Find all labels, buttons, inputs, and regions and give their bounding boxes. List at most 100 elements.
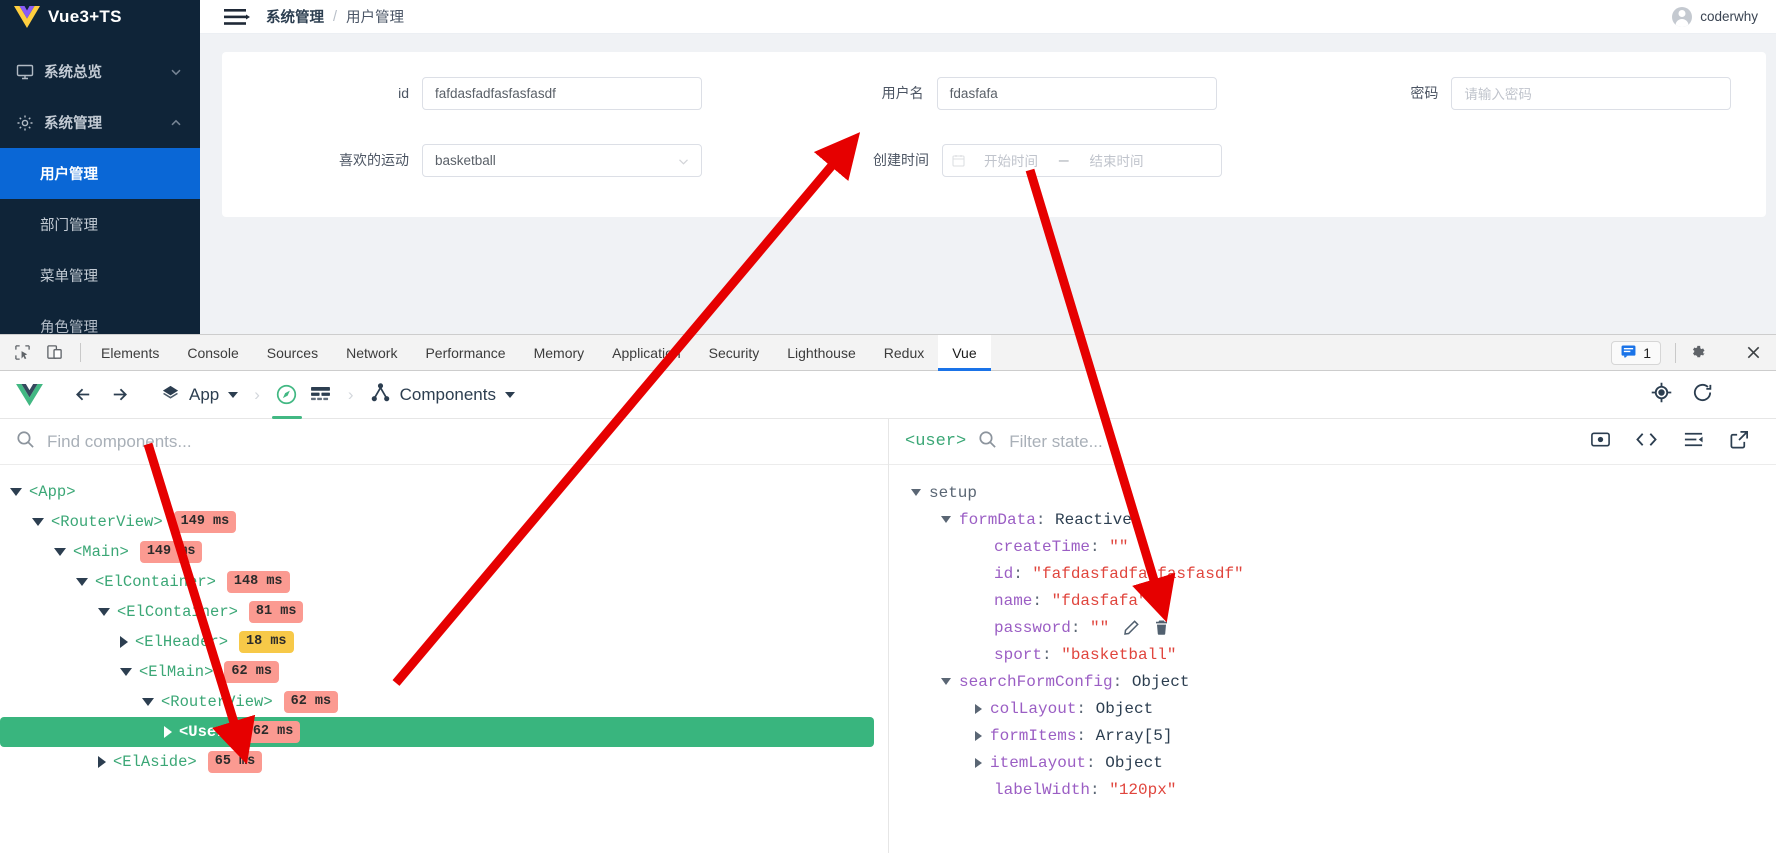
state-row[interactable]: formData : Reactive <box>889 506 1776 533</box>
state-row[interactable]: setup <box>889 479 1776 506</box>
state-row[interactable]: labelWidth : "120px" <box>889 776 1776 803</box>
tree-node-selected[interactable]: <User> 62 ms <box>0 717 874 747</box>
edit-icon[interactable] <box>1123 619 1140 636</box>
colon: : <box>1070 618 1091 637</box>
state-key: password <box>994 618 1071 637</box>
state-filter-placeholder[interactable]: Filter state... <box>1009 432 1103 452</box>
sport-select[interactable]: basketball <box>422 143 702 177</box>
hamburger-icon[interactable] <box>224 8 250 26</box>
state-header-row: <user> Filter state... <box>889 419 1776 465</box>
delete-icon[interactable] <box>1153 619 1170 636</box>
forward-arrow-icon[interactable] <box>101 377 137 413</box>
username-input[interactable]: fdasfafa <box>936 76 1217 110</box>
disclosure-triangle-icon[interactable] <box>975 757 982 768</box>
more-icon[interactable] <box>1183 619 1200 636</box>
breadcrumb-parent[interactable]: 系统管理 <box>266 6 324 27</box>
tab-application[interactable]: Application <box>598 335 695 370</box>
tab-redux[interactable]: Redux <box>870 335 938 370</box>
tree-node[interactable]: <RouterView> 149 ms <box>0 507 888 537</box>
disclosure-triangle-icon[interactable] <box>98 608 110 616</box>
sidebar-item-department-management[interactable]: 部门管理 <box>0 199 200 250</box>
tree-node[interactable]: <ElHeader> 18 ms <box>0 627 888 657</box>
message-count-button[interactable]: 1 <box>1611 340 1661 365</box>
brand-logo[interactable]: Vue3+TS <box>0 0 200 34</box>
state-row[interactable]: colLayout : Object <box>889 695 1776 722</box>
select-component-icon[interactable] <box>1650 381 1673 409</box>
state-row[interactable]: searchFormConfig : Object <box>889 668 1776 695</box>
component-search-row[interactable]: Find components... <box>0 419 888 465</box>
settings-gear-icon[interactable] <box>1684 340 1710 366</box>
tab-lighthouse[interactable]: Lighthouse <box>773 335 870 370</box>
search-form-row-1: id fafdasfadfasfasfasdf 用户名 fdasfafa 密码 <box>222 52 1766 134</box>
disclosure-triangle-icon[interactable] <box>164 726 172 738</box>
sidebar-item-role-management[interactable]: 角色管理 <box>0 301 200 334</box>
more-options-icon[interactable] <box>1732 382 1758 408</box>
create-time-range-picker[interactable]: 开始时间 － 结束时间 <box>942 143 1222 177</box>
disclosure-triangle-icon[interactable] <box>98 756 106 768</box>
state-row[interactable]: formItems : Array[5] <box>889 722 1776 749</box>
id-input[interactable]: fafdasfadfasfasfasdf <box>422 76 702 110</box>
sidebar-group-overview[interactable]: 系统总览 <box>0 46 200 97</box>
tree-node[interactable]: <ElContainer> 81 ms <box>0 597 888 627</box>
disclosure-triangle-icon[interactable] <box>76 578 88 586</box>
tree-node[interactable]: <ElAside> 65 ms <box>0 747 888 777</box>
disclosure-triangle-icon[interactable] <box>941 516 951 523</box>
disclosure-triangle-icon[interactable] <box>120 636 128 648</box>
tab-elements[interactable]: Elements <box>87 335 173 370</box>
disclosure-triangle-icon[interactable] <box>975 730 982 741</box>
code-icon[interactable] <box>1635 429 1658 455</box>
tab-performance[interactable]: Performance <box>411 335 519 370</box>
more-options-icon[interactable] <box>1712 340 1738 366</box>
back-arrow-icon[interactable] <box>65 377 101 413</box>
state-row-hovered[interactable]: password : "" <box>889 614 1776 641</box>
disclosure-triangle-icon[interactable] <box>142 698 154 706</box>
colon: : <box>1090 537 1110 556</box>
tree-node-label: <RouterView> <box>161 693 273 711</box>
state-row[interactable]: id : "fafdasfadfasfasfasdf" <box>889 560 1776 587</box>
tab-security[interactable]: Security <box>695 335 774 370</box>
refresh-icon[interactable] <box>1691 381 1714 409</box>
inspect-element-icon[interactable] <box>8 340 36 366</box>
disclosure-triangle-icon[interactable] <box>120 668 132 676</box>
tree-node[interactable]: <ElContainer> 148 ms <box>0 567 888 597</box>
sidebar-group-system[interactable]: 系统管理 <box>0 97 200 148</box>
breadcrumb-current[interactable]: 用户管理 <box>346 6 404 27</box>
collapse-icon[interactable] <box>1682 429 1705 455</box>
open-external-icon[interactable] <box>1729 429 1750 455</box>
disclosure-triangle-icon[interactable] <box>10 488 22 496</box>
tab-memory[interactable]: Memory <box>520 335 599 370</box>
disclosure-triangle-icon[interactable] <box>911 489 921 496</box>
state-row[interactable]: createTime : "" <box>889 533 1776 560</box>
tab-vue[interactable]: Vue <box>938 335 992 371</box>
render-time-badge: 62 ms <box>224 660 279 684</box>
disclosure-triangle-icon[interactable] <box>975 703 982 714</box>
render-time-badge: 65 ms <box>207 750 263 774</box>
panel-selector[interactable]: Components <box>364 382 521 408</box>
sidebar-item-menu-management[interactable]: 菜单管理 <box>0 250 200 301</box>
state-row[interactable]: sport : "basketball" <box>889 641 1776 668</box>
tree-node[interactable]: <ElMain> 62 ms <box>0 657 888 687</box>
close-devtools-icon[interactable] <box>1740 340 1766 366</box>
disclosure-triangle-icon[interactable] <box>54 548 66 556</box>
tree-node-label: <ElMain> <box>139 663 214 681</box>
vue-logo-icon[interactable] <box>12 383 47 406</box>
user-profile[interactable]: coderwhy <box>1672 6 1758 27</box>
tree-node[interactable]: <App> <box>0 477 888 507</box>
sidebar-item-user-management[interactable]: 用户管理 <box>0 148 200 199</box>
tab-network[interactable]: Network <box>332 335 411 370</box>
tab-console[interactable]: Console <box>173 335 252 370</box>
device-toolbar-icon[interactable] <box>40 340 68 366</box>
state-row[interactable]: name : "fdasfafa" <box>889 587 1776 614</box>
password-input[interactable]: 请输入密码 <box>1451 76 1732 110</box>
compass-icon[interactable] <box>270 375 304 419</box>
table-icon[interactable] <box>304 375 338 415</box>
disclosure-triangle-icon[interactable] <box>32 518 44 526</box>
tab-sources[interactable]: Sources <box>253 335 332 370</box>
state-row[interactable]: itemLayout : Object <box>889 749 1776 776</box>
tree-node[interactable]: <Main> 149 ms <box>0 537 888 567</box>
tree-node[interactable]: <RouterView> 62 ms <box>0 687 888 717</box>
app-selector[interactable]: App <box>155 383 244 407</box>
disclosure-triangle-icon[interactable] <box>941 678 951 685</box>
eye-icon[interactable] <box>1590 429 1611 455</box>
breadcrumb: 系统管理 / 用户管理 <box>266 6 404 27</box>
